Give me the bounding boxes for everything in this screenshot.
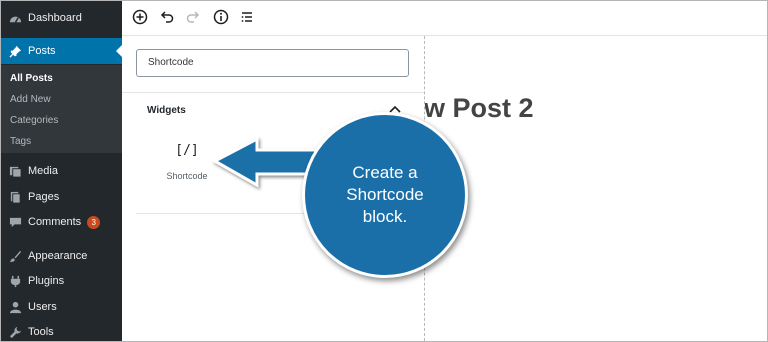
block-navigation-icon [241,12,252,22]
plugin-icon [8,274,22,288]
shortcode-block-item[interactable]: [/] Shortcode [150,136,224,196]
editor-toolbar [122,1,767,36]
menu-label-dashboard: Dashboard [28,12,82,24]
add-block-icon [132,9,148,25]
comments-icon [8,215,22,229]
add-block-button[interactable] [130,7,150,27]
menu-label-media: Media [28,165,58,177]
menu-label-plugins: Plugins [28,275,65,287]
media-icon [8,164,22,178]
block-navigation-button[interactable] [237,7,257,27]
pushpin-icon [8,44,22,58]
redo-button[interactable] [183,7,203,27]
panel-divider [122,92,424,93]
block-search-input[interactable]: Shortcode [136,49,409,77]
undo-button[interactable] [157,7,177,27]
paintbrush-icon [8,249,22,263]
user-icon [8,300,22,314]
submenu-all-posts[interactable]: All Posts [10,73,53,84]
posts-submenu: All Posts Add New Categories Tags [1,65,122,153]
admin-sidebar: Dashboard Posts All Posts Add New Catego… [1,1,122,341]
menu-label-pages: Pages [28,191,60,203]
shortcode-block-label: Shortcode [166,171,208,181]
menu-item-plugins[interactable]: Plugins [1,268,122,294]
callout-text: Create a Shortcode block. [346,163,424,226]
submenu-categories[interactable]: Categories [10,115,58,126]
menu-item-users[interactable]: Users [1,294,122,320]
menu-item-appearance[interactable]: Appearance [1,243,122,269]
dashboard-icon [8,11,22,25]
menu-item-dashboard[interactable]: Dashboard [1,5,122,31]
menu-label-tools: Tools [28,326,54,338]
menu-item-posts[interactable]: Posts [1,38,122,64]
wrench-icon [8,325,22,339]
menu-label-appearance: Appearance [28,250,88,262]
menu-label-comments: Comments [28,216,82,228]
comments-count-badge: 3 [87,215,101,229]
content-info-button[interactable] [211,7,231,27]
menu-label-users: Users [28,301,57,313]
submenu-add-new[interactable]: Add New [10,94,51,105]
redo-icon [186,11,200,23]
shortcode-icon: [/] [175,143,199,158]
post-title[interactable]: w Post 2 [424,93,534,124]
submenu-tags[interactable]: Tags [10,136,31,147]
menu-label-posts: Posts [28,45,56,57]
screenshot-frame: Dashboard Posts All Posts Add New Catego… [0,0,768,342]
undo-icon [160,11,174,23]
widgets-section-title[interactable]: Widgets [147,105,186,116]
menu-item-pages[interactable]: Pages [1,184,122,210]
info-icon [213,9,229,25]
menu-item-comments[interactable]: Comments 3 [1,209,122,235]
pages-icon [8,190,22,204]
menu-item-media[interactable]: Media [1,158,122,184]
menu-item-tools[interactable]: Tools [1,319,122,341]
callout-bubble: Create a Shortcode block. [302,112,468,278]
